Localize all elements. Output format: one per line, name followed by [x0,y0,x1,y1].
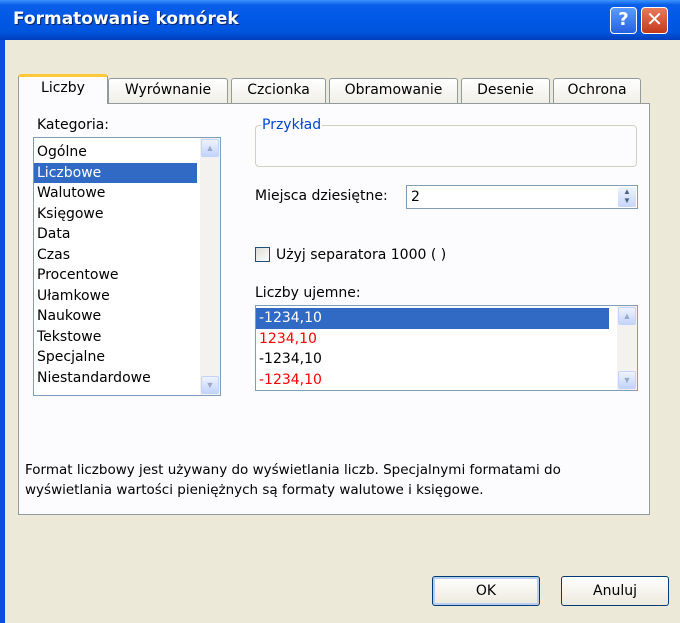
category-item[interactable]: Naukowe [34,306,197,327]
category-item[interactable]: Liczbowe [34,162,197,183]
decimal-places-label: Miejsca dziesiętne: [255,188,388,204]
cancel-button[interactable]: Anuluj [561,576,669,606]
kategoria-label: Kategoria: [37,117,110,133]
tab-liczby[interactable]: Liczby [18,74,108,104]
title-bar[interactable]: Formatowanie komórek ? ✕ [0,0,680,40]
window-title: Formatowanie komórek [13,9,239,29]
format-description: Format liczbowy jest używany do wyświetl… [25,462,561,498]
tab-czcionka[interactable]: Czcionka [231,78,326,103]
tab-wyrownanie[interactable]: Wyrównanie [108,78,228,103]
help-icon[interactable]: ? [610,7,637,34]
category-scrollbar[interactable]: ▲ ▼ [200,138,220,395]
category-item[interactable]: Data [34,224,197,245]
category-item[interactable]: Czas [34,245,197,266]
decimal-places-stepper[interactable]: 2 ▲ ▼ [406,185,638,209]
format-cells-dialog: Formatowanie komórek ? ✕ Liczby Wyrównan… [0,0,680,623]
negative-format-item[interactable]: -1234,10 [256,370,609,391]
negative-format-item[interactable]: -1234,10 [256,349,609,370]
category-item[interactable]: Tekstowe [34,327,197,348]
negative-scrollbar[interactable]: ▲ ▼ [617,306,637,390]
negative-numbers-listbox[interactable]: -1234,10 1234,10 -1234,10 -1234,10 ▲ ▼ [255,305,638,391]
thousands-separator-label: Użyj separatora 1000 ( ) [276,247,447,263]
negative-format-item[interactable]: -1234,10 [256,308,609,329]
scroll-up-icon[interactable]: ▲ [201,139,219,157]
sample-label: Przykład [261,117,323,133]
category-listbox[interactable]: Ogólne Liczbowe Walutowe Księgowe Data Czas Pr… [33,137,221,396]
category-item[interactable]: Ułamkowe [34,286,197,307]
category-item[interactable]: Ogólne [34,142,197,163]
close-icon[interactable]: ✕ [641,7,668,34]
category-item[interactable]: Procentowe [34,265,197,286]
ok-button[interactable]: OK [432,576,540,606]
thousands-separator-checkbox[interactable] [255,247,270,262]
scroll-down-icon[interactable]: ▼ [618,371,636,389]
tab-desenie[interactable]: Desenie [461,78,550,103]
decimal-places-value: 2 [411,189,420,205]
category-item[interactable]: Księgowe [34,204,197,225]
tab-obramowanie[interactable]: Obramowanie [329,78,458,103]
category-item[interactable]: Niestandardowe [34,368,197,389]
category-item[interactable]: Specjalne [34,347,197,368]
category-item[interactable]: Walutowe [34,183,197,204]
scroll-up-icon[interactable]: ▲ [618,307,636,325]
negative-format-item[interactable]: 1234,10 [256,329,609,350]
negative-numbers-label: Liczby ujemne: [255,285,361,301]
tab-ochrona[interactable]: Ochrona [553,78,641,103]
stepper-arrows-icon[interactable]: ▲ ▼ [618,187,636,207]
window-border [0,40,5,623]
scroll-down-icon[interactable]: ▼ [201,376,219,394]
